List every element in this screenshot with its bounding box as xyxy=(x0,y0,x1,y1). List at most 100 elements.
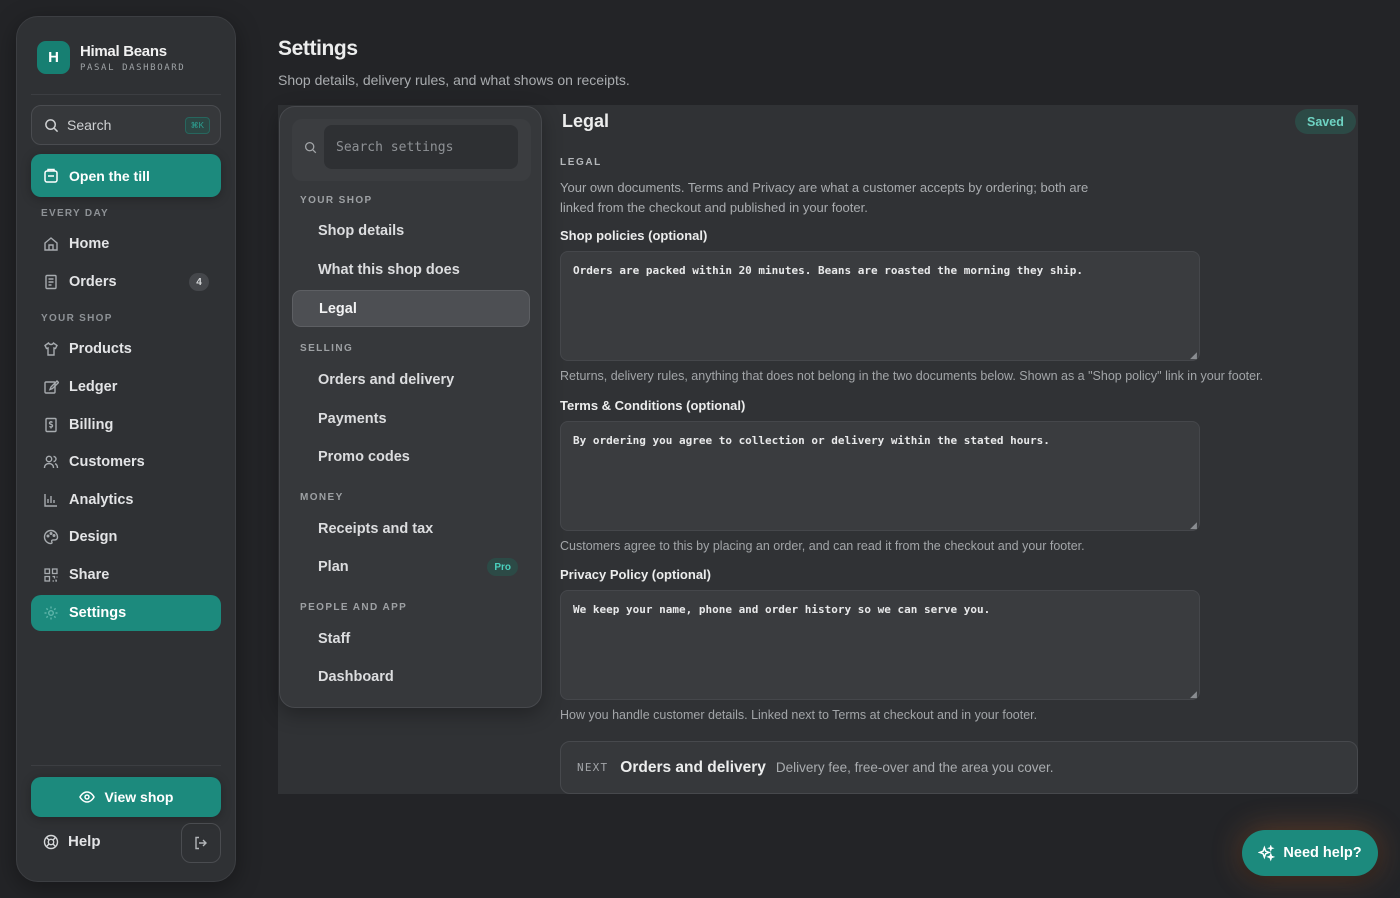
settings-search-wrap xyxy=(292,119,531,181)
nav-item-label: Analytics xyxy=(69,492,134,508)
section-label: LEGAL xyxy=(560,157,602,168)
nav-item-label: Ledger xyxy=(69,379,118,395)
nav-item-settings[interactable]: Settings xyxy=(31,595,221,631)
nav-item-label: Billing xyxy=(69,417,114,433)
settings-item-legal[interactable]: Legal xyxy=(292,290,530,327)
shop-policies-textarea[interactable] xyxy=(560,251,1200,361)
app-search-button[interactable]: Search ⌘K xyxy=(31,105,221,145)
home-icon xyxy=(43,236,59,252)
resize-handle-icon[interactable]: ◢ xyxy=(1190,351,1198,360)
search-icon xyxy=(45,118,59,132)
nav-item-label: Home xyxy=(69,236,110,252)
brand-name: Himal Beans xyxy=(80,42,167,60)
settings-group-title: SELLING xyxy=(300,343,354,354)
settings-item-plan[interactable]: Plan Pro xyxy=(292,548,530,585)
divider xyxy=(31,94,221,95)
next-title: Orders and delivery xyxy=(620,758,766,776)
logout-icon xyxy=(195,836,207,850)
app-sidebar: H Himal Beans PASAL DASHBOARD Search ⌘K … xyxy=(16,16,236,882)
settings-nav: YOUR SHOP Shop details What this shop do… xyxy=(279,106,542,708)
next-section-link[interactable]: NEXT Orders and delivery Delivery fee, f… xyxy=(560,741,1358,794)
sparkle-icon xyxy=(1258,844,1276,861)
ledger-icon xyxy=(43,379,59,395)
nav-item-design[interactable]: Design xyxy=(31,519,221,555)
page-title: Settings xyxy=(278,37,358,60)
page-subtitle: Shop details, delivery rules, and what s… xyxy=(278,72,630,88)
eye-icon xyxy=(78,791,95,803)
resize-handle-icon[interactable]: ◢ xyxy=(1190,521,1198,530)
nav-item-label: Products xyxy=(69,341,132,357)
pro-badge: Pro xyxy=(487,558,518,576)
gear-icon xyxy=(43,605,59,621)
section-title: Legal xyxy=(562,111,610,131)
settings-item-what-this-shop-does[interactable]: What this shop does xyxy=(292,251,530,288)
register-icon xyxy=(44,168,58,183)
shop-policies-hint: Returns, delivery rules, anything that d… xyxy=(560,369,1264,383)
nav-group-title: EVERY DAY xyxy=(41,208,110,219)
saved-status-badge: Saved xyxy=(1295,109,1356,134)
privacy-textarea[interactable] xyxy=(560,590,1200,700)
terms-textarea[interactable] xyxy=(560,421,1200,531)
terms-label: Terms & Conditions (optional) xyxy=(560,398,746,413)
qr-icon xyxy=(43,567,59,583)
settings-group-title: PEOPLE AND APP xyxy=(300,602,408,613)
search-icon xyxy=(304,141,317,154)
settings-search-input[interactable] xyxy=(324,125,518,169)
settings-item-payments[interactable]: Payments xyxy=(292,400,530,437)
next-tag: NEXT xyxy=(577,761,609,774)
settings-item-dashboard[interactable]: Dashboard xyxy=(292,658,530,695)
palette-icon xyxy=(43,529,59,545)
nav-item-label: Orders xyxy=(69,274,117,290)
settings-item-shop-details[interactable]: Shop details xyxy=(292,212,530,249)
settings-item-staff[interactable]: Staff xyxy=(292,620,530,657)
settings-item-label: Plan xyxy=(318,558,349,575)
next-description: Delivery fee, free-over and the area you… xyxy=(775,760,1054,775)
help-link[interactable]: Help xyxy=(43,833,101,850)
section-intro: Your own documents. Terms and Privacy ar… xyxy=(560,180,1089,215)
nav-item-label: Settings xyxy=(69,605,127,621)
shop-policies-label: Shop policies (optional) xyxy=(560,228,708,243)
nav-item-customers[interactable]: Customers xyxy=(31,444,221,480)
privacy-hint: How you handle customer details. Linked … xyxy=(560,708,1038,722)
terms-hint: Customers agree to this by placing an or… xyxy=(560,539,1085,553)
open-till-label: Open the till xyxy=(69,167,150,184)
open-till-button[interactable]: Open the till xyxy=(31,154,221,197)
app-search-label: Search xyxy=(67,117,112,133)
shortcut-hint: ⌘K xyxy=(184,117,210,134)
nav-item-analytics[interactable]: Analytics xyxy=(31,482,221,518)
settings-item-receipts-and-tax[interactable]: Receipts and tax xyxy=(292,510,530,547)
shirt-icon xyxy=(43,341,59,357)
brand[interactable]: H Himal Beans PASAL DASHBOARD xyxy=(37,41,185,74)
brand-subtitle: PASAL DASHBOARD xyxy=(80,62,186,73)
nav-group-title: YOUR SHOP xyxy=(41,313,113,324)
nav-item-label: Design xyxy=(69,529,118,545)
resize-handle-icon[interactable]: ◢ xyxy=(1190,690,1198,699)
settings-item-promo-codes[interactable]: Promo codes xyxy=(292,438,530,475)
settings-group-title: YOUR SHOP xyxy=(300,195,373,206)
lifebuoy-icon xyxy=(43,834,59,849)
users-icon xyxy=(43,454,59,470)
settings-group-title: MONEY xyxy=(300,492,344,503)
need-help-label: Need help? xyxy=(1283,845,1362,861)
nav-item-products[interactable]: Products xyxy=(31,331,221,367)
nav-item-home[interactable]: Home xyxy=(31,226,221,262)
privacy-label: Privacy Policy (optional) xyxy=(560,567,711,582)
settings-item-orders-and-delivery[interactable]: Orders and delivery xyxy=(292,361,530,398)
divider xyxy=(31,765,221,766)
nav-item-billing[interactable]: Billing xyxy=(31,407,221,443)
nav-item-label: Share xyxy=(69,567,110,583)
brand-logo: H xyxy=(37,41,70,74)
orders-count-badge: 4 xyxy=(189,273,209,291)
chart-icon xyxy=(43,492,59,508)
nav-item-label: Customers xyxy=(69,454,145,470)
view-shop-button[interactable]: View shop xyxy=(31,777,221,817)
orders-icon xyxy=(43,274,59,290)
need-help-button[interactable]: Need help? xyxy=(1242,830,1378,876)
logout-button[interactable] xyxy=(181,823,221,863)
billing-icon xyxy=(43,417,59,433)
nav-item-orders[interactable]: Orders 4 xyxy=(31,264,221,300)
view-shop-label: View shop xyxy=(104,789,174,805)
help-label: Help xyxy=(68,833,101,850)
nav-item-ledger[interactable]: Ledger xyxy=(31,369,221,405)
nav-item-share[interactable]: Share xyxy=(31,557,221,593)
